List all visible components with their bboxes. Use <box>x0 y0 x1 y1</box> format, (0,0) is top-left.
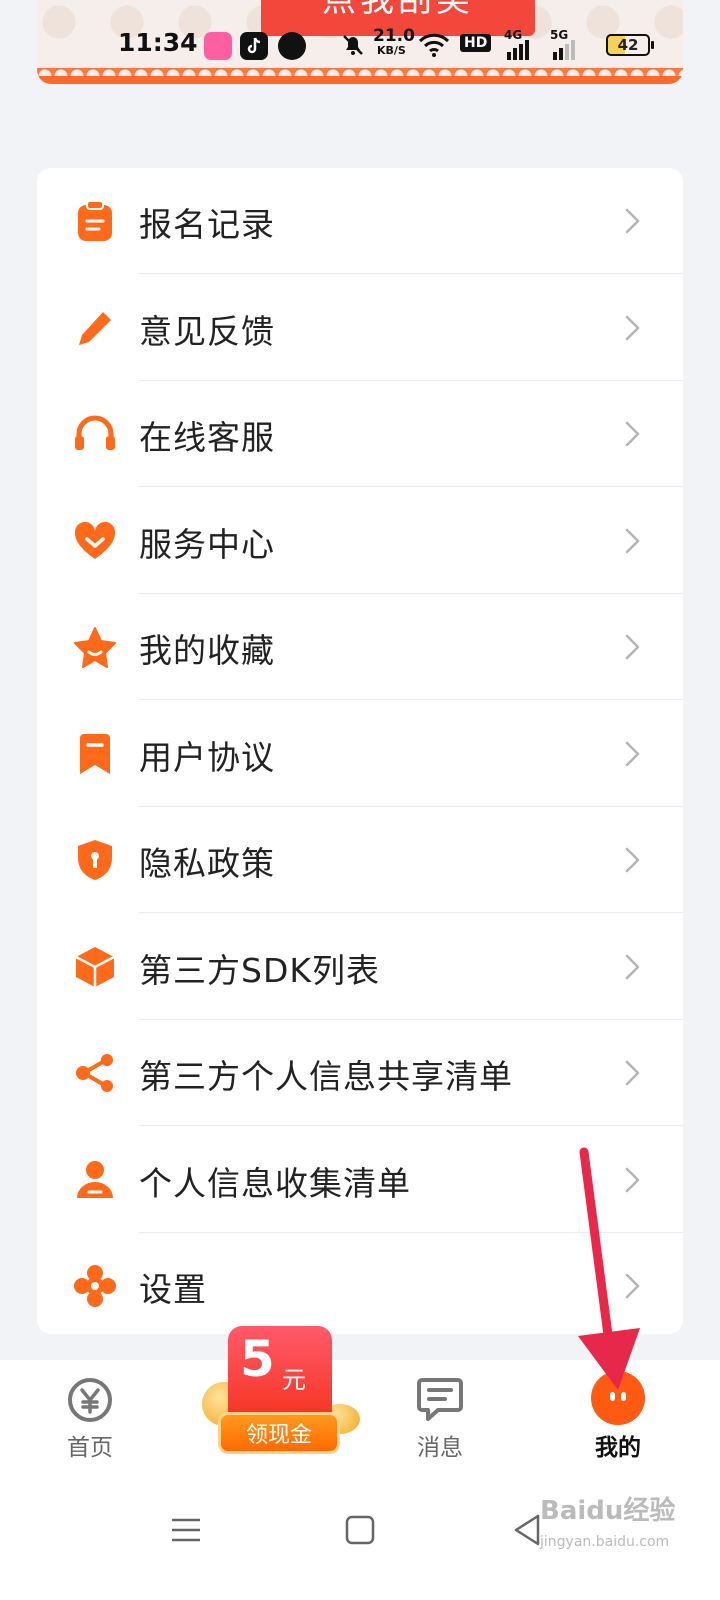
menu-item-online-service[interactable]: 在线客服 <box>37 381 683 487</box>
chevron-right-icon <box>617 419 647 449</box>
mute-icon <box>343 35 363 55</box>
signal-bars-icon-2 <box>553 40 575 60</box>
menu-item-label: 在线客服 <box>139 418 275 457</box>
banner-wave <box>37 68 683 76</box>
wifi-icon <box>418 33 450 57</box>
network-speed-unit: KB/S <box>377 44 406 57</box>
chevron-right-icon <box>617 739 647 769</box>
menu-item-label: 第三方个人信息共享清单 <box>139 1057 513 1096</box>
heart-icon <box>73 519 117 563</box>
promo-label: 领现金 <box>218 1412 340 1454</box>
menu-item-label: 隐私政策 <box>139 844 275 883</box>
status-time: 11:34 <box>118 28 198 57</box>
tab-messages[interactable]: 消息 <box>380 1360 500 1470</box>
menu-item-label: 第三方SDK列表 <box>139 950 380 990</box>
watermark-sub: jingyan.baidu.com <box>540 1534 670 1550</box>
watermark-title: Baidu经验 <box>540 1496 676 1526</box>
menu-item-label: 报名记录 <box>139 205 275 244</box>
menu-item-label: 我的收藏 <box>139 631 275 670</box>
hd-badge: HD <box>460 34 492 52</box>
chevron-right-icon <box>617 206 647 236</box>
tab-home[interactable]: 首页 <box>30 1360 150 1470</box>
profile-face-icon <box>591 1371 645 1425</box>
menu-item-user-agreement[interactable]: 用户协议 <box>37 701 683 807</box>
chevron-right-icon <box>617 526 647 556</box>
person-icon <box>73 1158 117 1202</box>
menu-item-label: 服务中心 <box>139 524 275 564</box>
tiktok-icon <box>240 32 268 60</box>
app-notification-icon <box>204 32 232 60</box>
banner-bottom-strip <box>37 76 683 84</box>
share-icon <box>73 1051 117 1095</box>
menu-item-service-center[interactable]: 服务中心 <box>37 488 683 594</box>
menu-item-label: 个人信息收集清单 <box>139 1163 411 1203</box>
home-nav-icon[interactable] <box>340 1510 380 1550</box>
message-icon <box>417 1378 463 1421</box>
settings-icon <box>73 1264 117 1308</box>
chevron-right-icon <box>617 1058 647 1088</box>
bottom-tab-bar: 首页 消息 我的 <box>0 1360 720 1470</box>
yen-circle-icon <box>68 1378 112 1422</box>
status-bar: 11:34 21.0 KB/S HD 4G 5G 42 <box>0 22 720 68</box>
chevron-right-icon <box>617 313 647 343</box>
cube-icon <box>73 945 117 989</box>
star-icon <box>73 625 117 669</box>
pencil-icon <box>73 306 117 350</box>
chevron-right-icon <box>617 1271 647 1301</box>
promo-amount: 5 <box>240 1330 275 1388</box>
network-speed-value: 21.0 <box>373 26 415 46</box>
tab-mine[interactable]: 我的 <box>558 1360 678 1470</box>
clipboard-icon <box>73 199 117 243</box>
app-notification-icon-2 <box>278 32 306 60</box>
headset-icon <box>73 412 117 456</box>
chevron-right-icon <box>617 632 647 662</box>
chevron-right-icon <box>617 845 647 875</box>
menu-item-signup-records[interactable]: 报名记录 <box>37 168 683 274</box>
signal-bars-icon <box>507 40 529 60</box>
menu-item-third-party-sharing-list[interactable]: 第三方个人信息共享清单 <box>37 1020 683 1126</box>
menu-item-label: 意见反馈 <box>139 311 275 351</box>
tab-messages-label: 消息 <box>417 1435 463 1461</box>
promo-unit: 元 <box>282 1366 306 1394</box>
chevron-right-icon <box>617 952 647 982</box>
menu-item-label: 设置 <box>139 1270 207 1309</box>
menu-item-personal-info-collection-list[interactable]: 个人信息收集清单 <box>37 1127 683 1233</box>
battery-indicator: 42 <box>606 34 654 56</box>
menu-item-my-favorites[interactable]: 我的收藏 <box>37 594 683 700</box>
menu-nav-icon[interactable] <box>166 1510 206 1550</box>
tab-mine-label: 我的 <box>595 1435 641 1461</box>
menu-item-third-party-sdk-list[interactable]: 第三方SDK列表 <box>37 914 683 1020</box>
shield-icon <box>73 838 117 882</box>
cash-promo-button[interactable]: 5 元 领现金 <box>200 1326 360 1462</box>
tab-home-label: 首页 <box>67 1435 113 1461</box>
menu-item-privacy-policy[interactable]: 隐私政策 <box>37 807 683 913</box>
chevron-right-icon <box>617 1165 647 1195</box>
menu-item-settings[interactable]: 设置 <box>37 1233 683 1334</box>
bookmark-icon <box>73 732 117 776</box>
menu-item-label: 用户协议 <box>139 737 275 777</box>
menu-item-feedback[interactable]: 意见反馈 <box>37 275 683 381</box>
menu-card: 报名记录意见反馈在线客服服务中心我的收藏用户协议隐私政策第三方SDK列表第三方个… <box>37 168 683 1334</box>
